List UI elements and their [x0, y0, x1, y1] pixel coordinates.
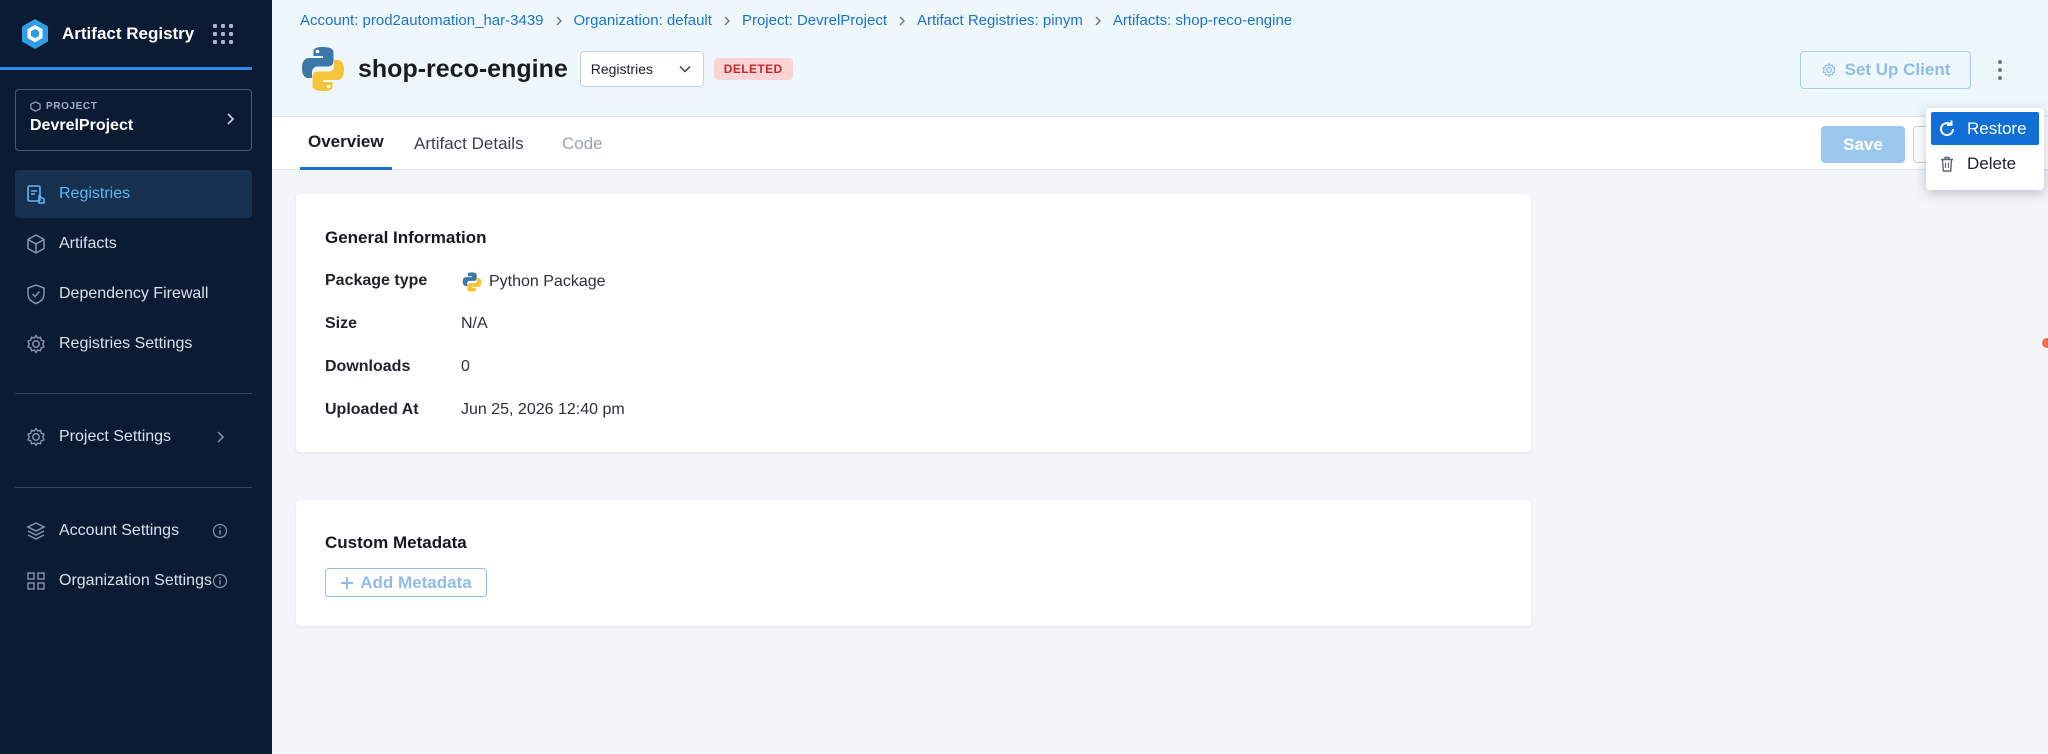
info-value-size: N/A: [461, 315, 488, 332]
brand-header: Artifact Registry: [0, 0, 252, 70]
sidebar-item-artifacts[interactable]: Artifacts: [15, 220, 252, 268]
sidebar-item-project-settings[interactable]: Project Settings: [15, 413, 252, 461]
breadcrumb-artifact[interactable]: Artifacts: shop-reco-engine: [1113, 12, 1292, 29]
more-options-menu: Restore Delete: [1926, 108, 2044, 190]
python-icon: [462, 272, 482, 292]
info-icon[interactable]: [212, 523, 228, 539]
chevron-right-icon: [1095, 16, 1101, 25]
sidebar-nav-project: Project Settings: [15, 413, 252, 463]
sidebar-divider: [15, 393, 252, 394]
info-value-uploaded-at: Jun 25, 2026 12:40 pm: [461, 401, 625, 418]
add-metadata-label: Add Metadata: [360, 572, 472, 592]
setup-client-button[interactable]: Set Up Client: [1800, 51, 1971, 89]
python-logo-icon: [302, 47, 344, 91]
project-selector[interactable]: PROJECT DevrelProject: [15, 89, 252, 151]
status-badge: DELETED: [713, 58, 793, 80]
info-label-downloads: Downloads: [325, 358, 411, 375]
project-kicker-label: PROJECT: [46, 101, 98, 112]
save-button[interactable]: Save: [1821, 126, 1905, 163]
more-options-icon[interactable]: [1988, 56, 2012, 84]
plus-icon: [341, 576, 354, 589]
breadcrumb-organization[interactable]: Organization: default: [574, 12, 712, 29]
sidebar-item-label: Account Settings: [59, 522, 180, 539]
custom-metadata-card: Custom Metadata Add Metadata: [296, 500, 1531, 626]
app-name: Artifact Registry: [62, 23, 195, 43]
artifact-registry-logo-icon: [22, 18, 48, 49]
info-label-size: Size: [325, 315, 358, 332]
chevron-right-icon: [556, 16, 562, 25]
gear-icon: [1822, 62, 1836, 78]
tab-code[interactable]: Code: [562, 117, 603, 170]
gear-icon: [27, 427, 45, 447]
sidebar-item-account-settings[interactable]: Account Settings: [15, 507, 252, 555]
trash-icon: [1941, 156, 1953, 172]
page-title: shop-reco-engine: [358, 54, 568, 83]
sidebar-item-label: Dependency Firewall: [59, 285, 209, 302]
sidebar-item-organization-settings[interactable]: Organization Settings: [15, 557, 252, 605]
menu-item-label: Restore: [1967, 118, 2027, 138]
org-icon: [27, 572, 45, 590]
breadcrumb-registry[interactable]: Artifact Registries: pinym: [917, 12, 1083, 29]
sidebar-item-label: Registries Settings: [59, 335, 193, 352]
tab-label: Artifact Details: [414, 133, 524, 153]
tab-overview[interactable]: Overview: [300, 117, 392, 170]
chevron-down-icon: [679, 65, 691, 73]
app-switcher-grid-icon[interactable]: [212, 23, 234, 45]
package-type-text: Python Package: [489, 273, 606, 290]
title-row: shop-reco-engine Registries DELETED: [298, 44, 793, 94]
breadcrumb-account[interactable]: Account: prod2automation_har-3439: [300, 12, 544, 29]
tabs-bar: Overview Artifact Details Code: [272, 117, 2048, 170]
cube-icon: [27, 234, 45, 254]
project-name: DevrelProject: [30, 117, 134, 134]
project-kicker: PROJECT: [30, 101, 237, 112]
info-label-package-type: Package type: [325, 272, 428, 289]
sidebar-divider: [15, 487, 252, 488]
restore-icon: [1940, 120, 1955, 136]
card-title: General Information: [325, 228, 487, 247]
sidebar-item-label: Registries: [59, 185, 131, 202]
notification-dot: [2042, 338, 2048, 348]
layers-icon: [26, 522, 46, 540]
card-title: Custom Metadata: [325, 533, 467, 552]
shield-icon: [27, 284, 45, 305]
menu-item-restore[interactable]: Restore: [1931, 112, 2039, 145]
page-header: Account: prod2automation_har-3439 Organi…: [272, 0, 2048, 117]
info-icon[interactable]: [212, 573, 228, 589]
chevron-right-icon: [227, 113, 235, 125]
breadcrumb-project[interactable]: Project: DevrelProject: [742, 12, 887, 29]
chevron-right-icon: [899, 16, 905, 25]
add-metadata-button[interactable]: Add Metadata: [325, 568, 487, 597]
breadcrumb: Account: prod2automation_har-3439 Organi…: [300, 12, 1292, 29]
sidebar-item-registries[interactable]: Registries: [15, 170, 252, 218]
tab-label: Overview: [308, 132, 384, 151]
sidebar-item-label: Organization Settings: [59, 572, 212, 589]
general-information-card: General Information Package type Python …: [296, 194, 1531, 452]
menu-item-delete[interactable]: Delete: [1931, 147, 2039, 180]
sidebar-nav: Registries Artifacts Dependency Firewall…: [15, 170, 252, 370]
registries-select[interactable]: Registries: [579, 51, 704, 87]
sidebar: Artifact Registry PROJECT DevrelProject …: [0, 0, 272, 754]
info-value-downloads: 0: [461, 358, 470, 375]
gear-icon: [27, 334, 45, 354]
registries-select-value: Registries: [590, 61, 653, 77]
menu-item-label: Delete: [1967, 153, 2017, 173]
tab-artifact-details[interactable]: Artifact Details: [414, 117, 524, 170]
sidebar-item-label: Project Settings: [59, 428, 172, 445]
setup-client-label: Set Up Client: [1844, 60, 1951, 79]
chevron-right-icon: [724, 16, 730, 25]
tab-label: Code: [562, 133, 603, 153]
sidebar-item-label: Artifacts: [59, 235, 117, 252]
sidebar-item-dependency-firewall[interactable]: Dependency Firewall: [15, 270, 252, 318]
registries-icon: [27, 185, 45, 204]
info-label-uploaded-at: Uploaded At: [325, 401, 419, 418]
info-value-package-type: Python Package: [461, 271, 606, 293]
sidebar-nav-admin: Account Settings Organization Settings: [15, 507, 252, 607]
project-cube-icon: [30, 101, 41, 112]
sidebar-item-registries-settings[interactable]: Registries Settings: [15, 320, 252, 368]
chevron-right-icon: [217, 431, 225, 443]
